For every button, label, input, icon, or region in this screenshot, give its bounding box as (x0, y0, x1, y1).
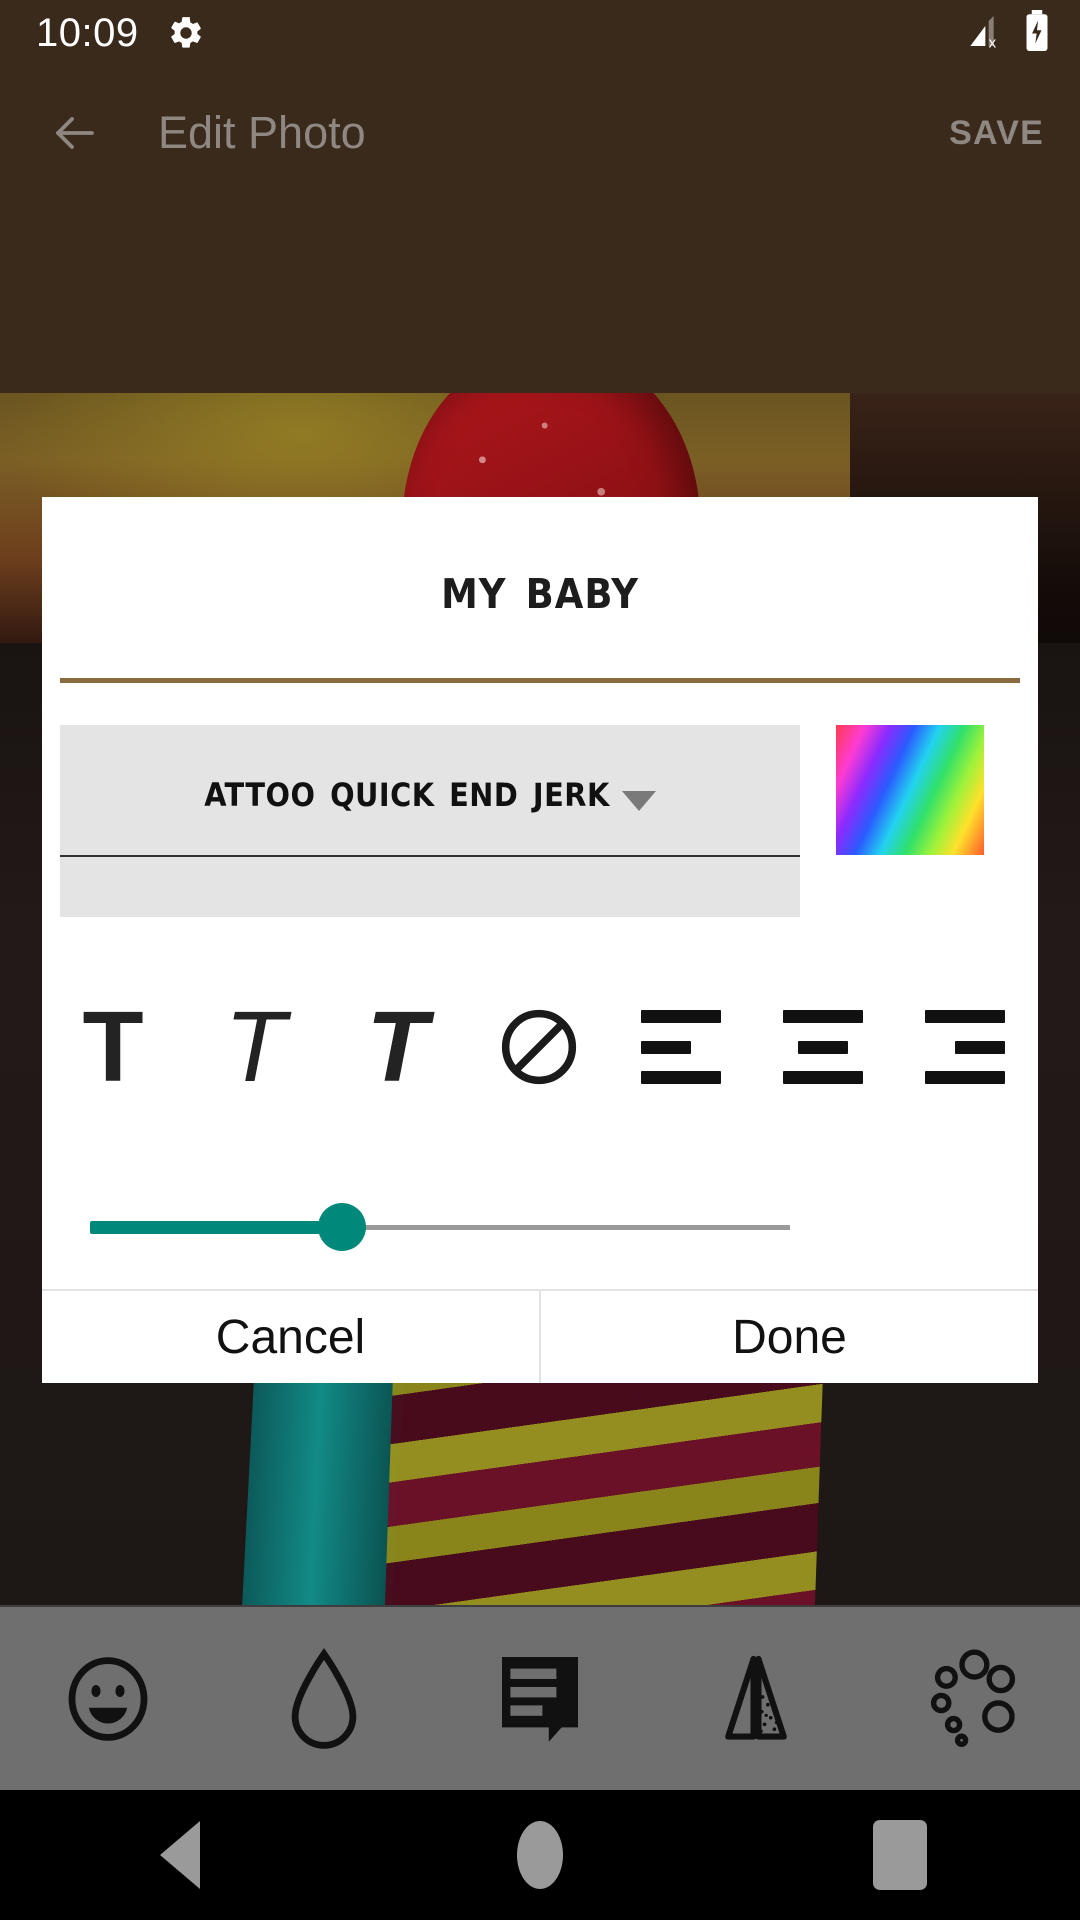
android-nav-bar (0, 1790, 1080, 1920)
status-icons: x (966, 9, 1052, 57)
page-title: Edit Photo (158, 107, 366, 158)
status-time: 10:09 (36, 10, 139, 55)
font-dropdown-label: ATTOO QUICK END JERK (204, 763, 610, 817)
rainbow-gradient-swatch[interactable] (836, 725, 984, 855)
align-left-icon[interactable] (610, 967, 752, 1127)
signal-no-service-icon: x (966, 11, 1008, 56)
text-style-row: T T T (42, 967, 1038, 1127)
mirror-flip-icon[interactable] (676, 1619, 836, 1779)
nav-recents-icon[interactable] (810, 1790, 990, 1920)
done-button[interactable]: Done (541, 1291, 1038, 1383)
app-bar-row: Edit Photo SAVE (0, 78, 1080, 188)
text-size-slider[interactable] (42, 1169, 1038, 1289)
italic-text-icon[interactable]: T (184, 967, 326, 1127)
save-button[interactable]: SAVE (949, 114, 1044, 153)
align-center-icon[interactable] (752, 967, 894, 1127)
font-dropdown-underline (60, 855, 800, 917)
font-dropdown[interactable]: ATTOO QUICK END JERK (60, 725, 800, 855)
align-left-bars (641, 1010, 721, 1084)
editor-toolbar (0, 1605, 1080, 1790)
font-picker-row: ATTOO QUICK END JERK (42, 725, 1038, 917)
bold-italic-text-icon[interactable]: T (326, 967, 468, 1127)
cancel-button[interactable]: Cancel (42, 1291, 539, 1383)
bold-glyph: T (82, 991, 144, 1103)
dialog-title-row: MY BABY (42, 497, 1038, 678)
phone-screen: 10:09 x Edit Photo SAVE my baby attoo qu… (0, 0, 1080, 1920)
bold-italic-glyph: T (366, 991, 428, 1103)
align-right-icon[interactable] (894, 967, 1036, 1127)
align-right-bars (925, 1010, 1005, 1084)
text-style-dialog: MY BABY ATTOO QUICK END JERK T T T (42, 497, 1038, 1383)
bold-text-icon[interactable]: T (42, 967, 184, 1127)
nav-home-icon[interactable] (450, 1790, 630, 1920)
nav-back-icon[interactable] (90, 1790, 270, 1920)
title-underline (60, 678, 1020, 683)
battery-charging-icon (1022, 9, 1052, 57)
water-drop-icon[interactable] (244, 1619, 404, 1779)
slider-thumb[interactable] (318, 1203, 366, 1251)
arrow-back-icon[interactable] (36, 95, 112, 171)
italic-glyph: T (224, 991, 286, 1103)
slider-fill (90, 1221, 342, 1234)
dialog-actions: Cancel Done (42, 1289, 1038, 1383)
text-bubble-icon[interactable] (460, 1619, 620, 1779)
bubbles-icon[interactable] (892, 1619, 1052, 1779)
no-style-icon[interactable] (468, 967, 610, 1127)
sticker-smiley-icon[interactable] (28, 1619, 188, 1779)
status-bar: 10:09 x (0, 0, 1080, 66)
align-center-bars (783, 1010, 863, 1084)
dialog-title-text[interactable]: MY BABY (441, 554, 639, 622)
gear-icon (167, 14, 205, 52)
svg-text:x: x (989, 34, 997, 50)
chevron-down-icon (621, 791, 656, 811)
